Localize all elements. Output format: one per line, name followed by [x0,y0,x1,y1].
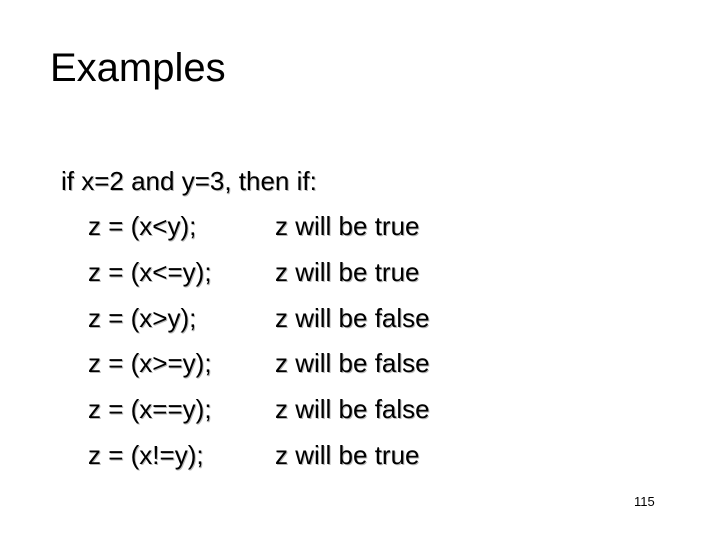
expression: z = (x==y); [88,394,212,424]
result-text: z will be false [275,348,430,378]
result-text: z will be false [275,394,430,424]
expression: z = (x>y); [88,303,197,333]
example-row: z = (x<=y); z will be true [88,257,420,287]
example-row: z = (x!=y); z will be true [88,440,420,470]
example-row: z = (x>y); z will be false [88,303,430,333]
example-row: z = (x<y); z will be true [88,211,420,241]
example-row: z = (x>=y); z will be false [88,348,430,378]
expression: z = (x<y); [88,211,197,241]
result-text: z will be true [275,211,420,241]
expression: z = (x!=y); [88,440,204,470]
example-row: z = (x==y); z will be false [88,394,430,424]
result-text: z will be false [275,303,430,333]
expression: z = (x>=y); [88,348,212,378]
result-text: z will be true [275,257,420,287]
page-number: 115 [634,494,655,509]
slide-title: Examples [50,46,226,90]
expression: z = (x<=y); [88,257,212,287]
result-text: z will be true [275,440,420,470]
intro-line: if x=2 and y=3, then if: [61,166,317,196]
